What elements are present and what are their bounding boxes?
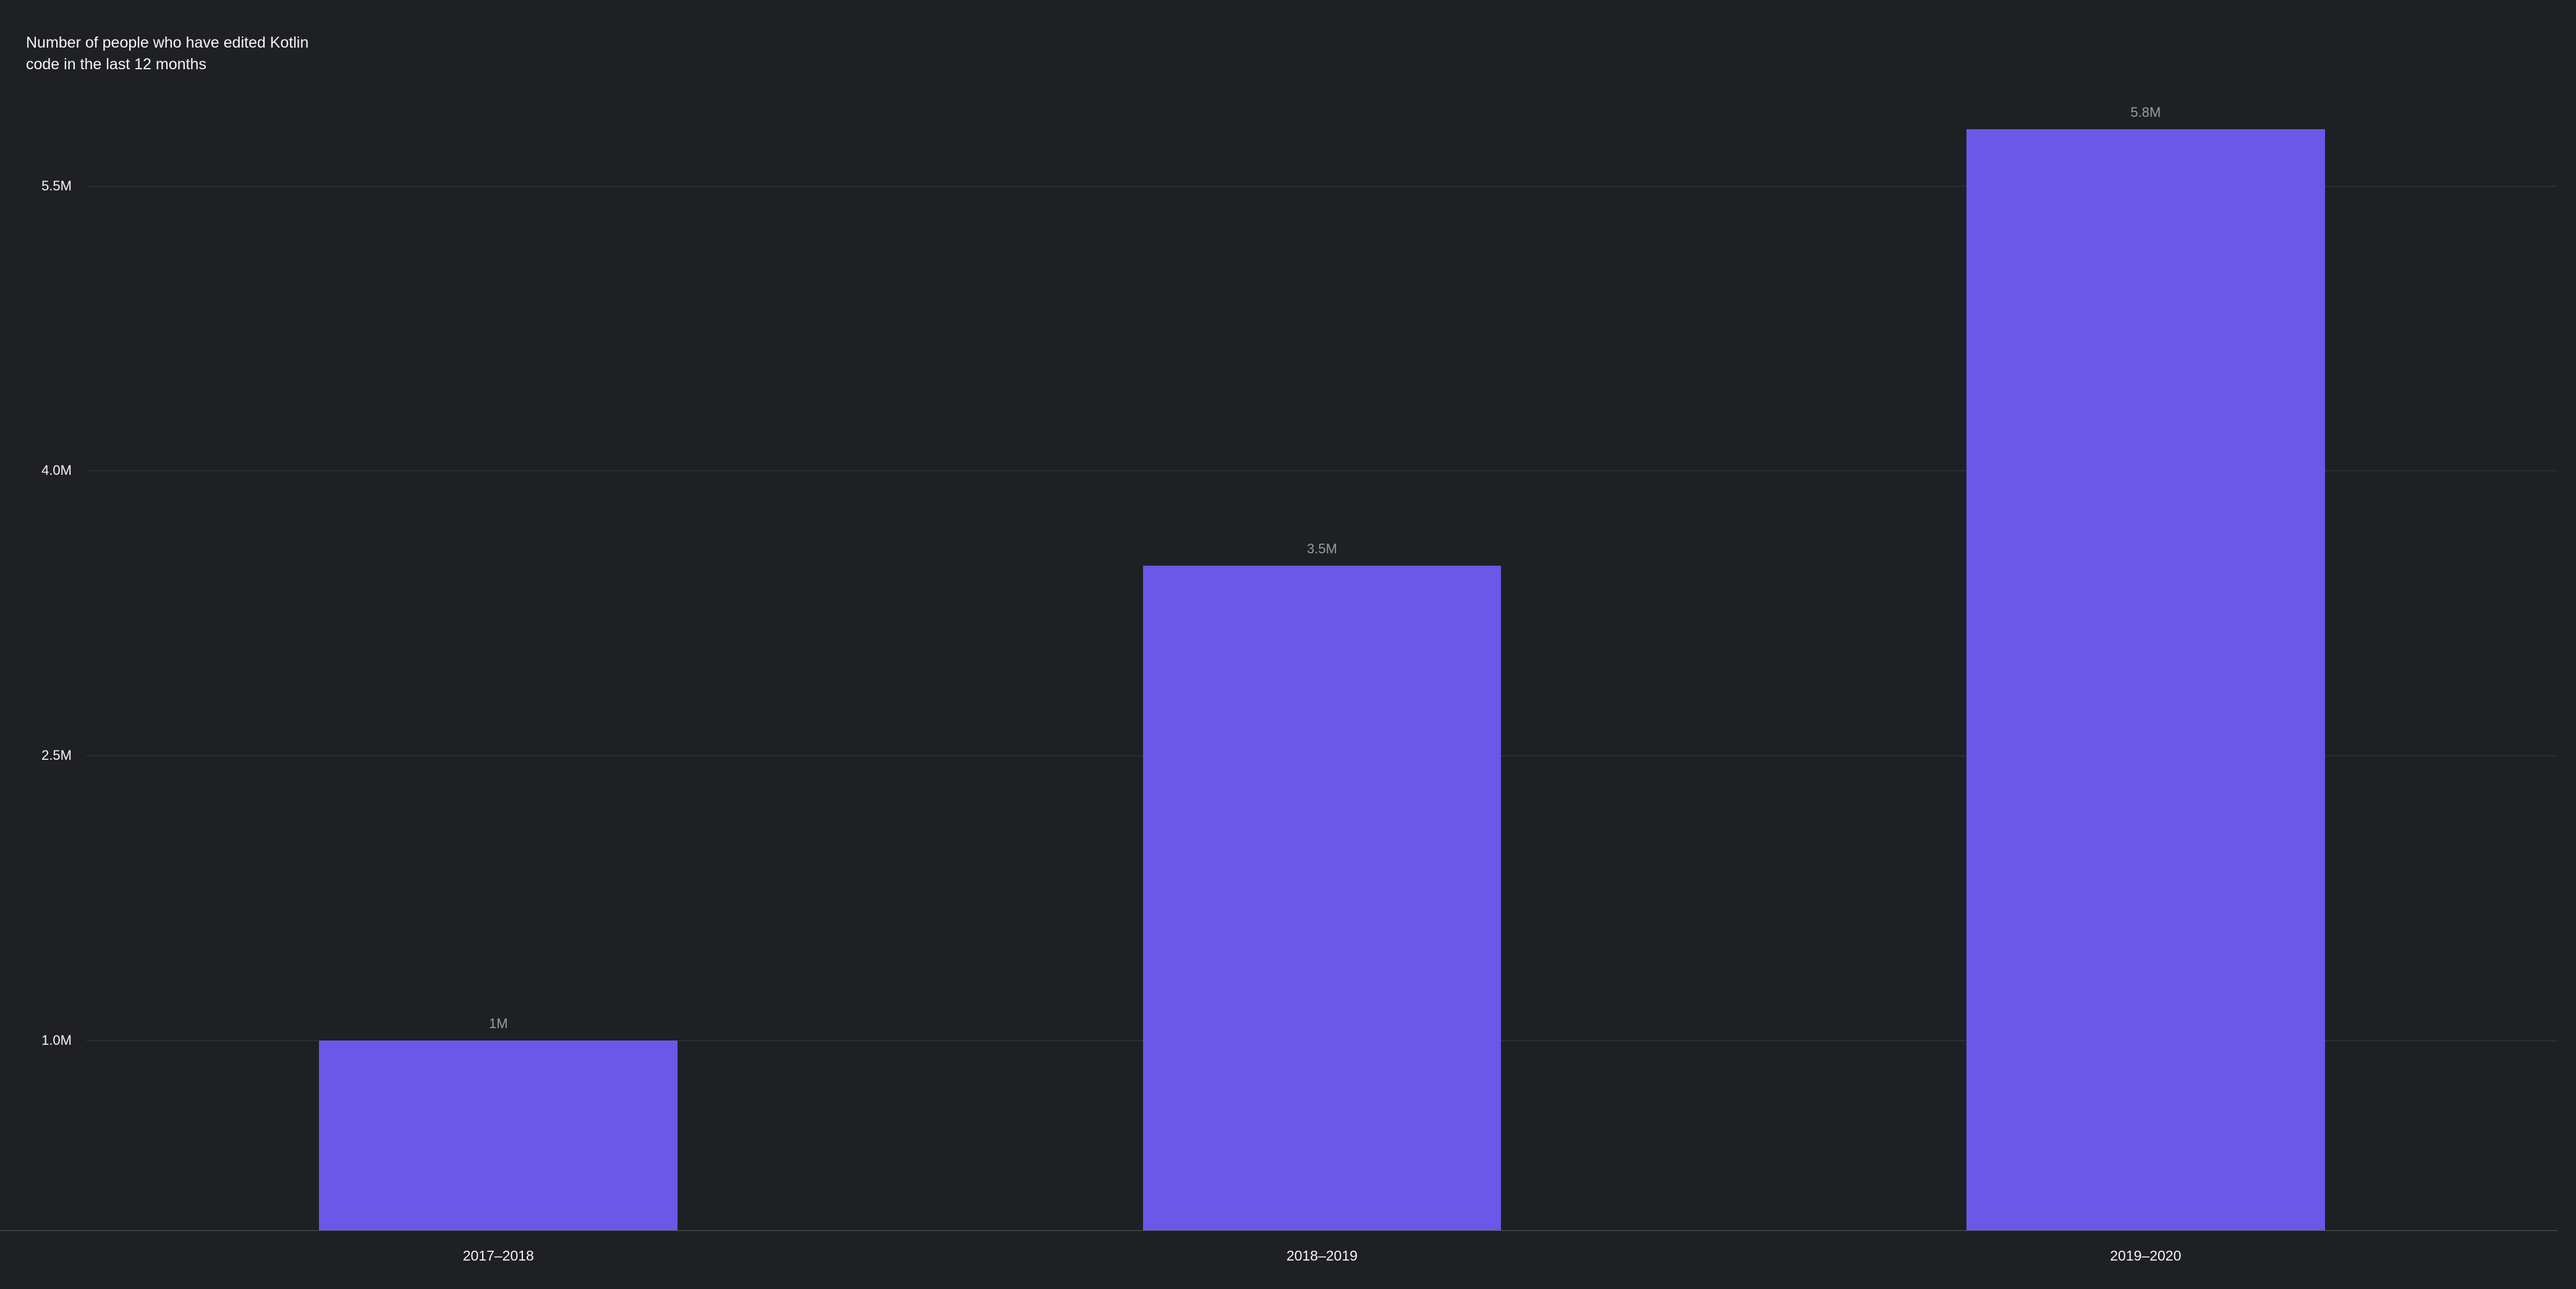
y-axis-tick: 1.0M (41, 1032, 72, 1049)
chart-title: Number of people who have edited Kotlin … (26, 32, 335, 75)
bar: 3.5M (1143, 566, 1502, 1230)
x-axis-tick: 2018–2019 (1286, 1248, 1358, 1264)
bar-value-label: 3.5M (1307, 541, 1337, 557)
chart-container: Number of people who have edited Kotlin … (0, 0, 2576, 1289)
bar-value-label: 5.8M (2130, 104, 2161, 121)
bar-value-label: 1M (489, 1016, 508, 1032)
x-axis-tick: 2019–2020 (2110, 1248, 2181, 1264)
bar: 5.8M (1966, 129, 2325, 1230)
x-axis-tick: 2017–2018 (463, 1248, 534, 1264)
bar: 1M (319, 1040, 678, 1230)
y-axis-tick: 2.5M (41, 747, 72, 764)
plot-area: 1.0M2.5M4.0M5.5M1M2017–20183.5M2018–2019… (87, 34, 2557, 1230)
x-axis-line (0, 1230, 2557, 1231)
y-axis-tick: 5.5M (41, 178, 72, 194)
y-axis-tick: 4.0M (41, 462, 72, 479)
